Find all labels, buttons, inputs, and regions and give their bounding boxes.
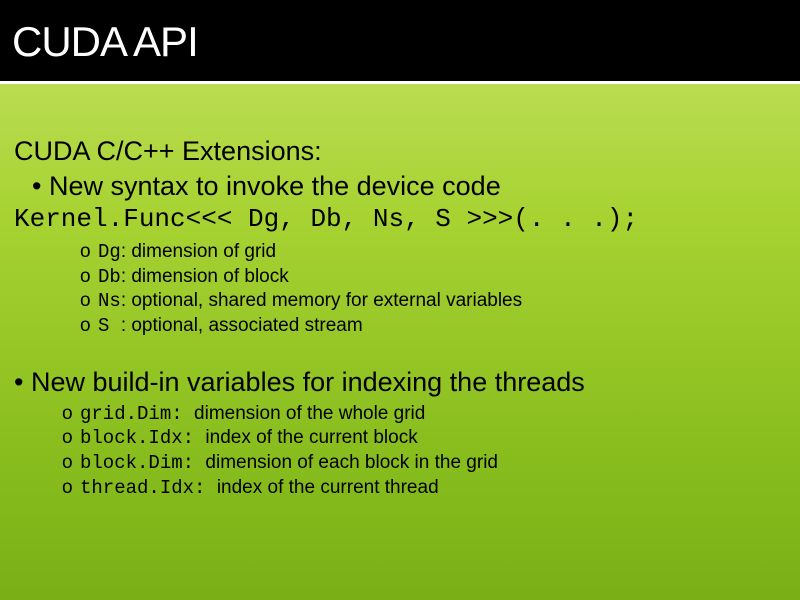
var-desc: index of the current block bbox=[205, 427, 417, 448]
var-item: block.Idx: index of the current block bbox=[62, 426, 780, 451]
var-symbol: block.Idx: bbox=[80, 427, 205, 449]
section2-bullet: New build-in variables for indexing the … bbox=[14, 367, 780, 398]
param-desc: : dimension of grid bbox=[121, 241, 276, 262]
section2: New build-in variables for indexing the … bbox=[14, 367, 780, 501]
section1-heading: CUDA C/C++ Extensions: bbox=[14, 136, 780, 167]
var-item: thread.Idx: index of the current thread bbox=[62, 476, 780, 501]
var-item: block.Dim: dimension of each block in th… bbox=[62, 451, 780, 476]
slide-title: CUDA API bbox=[12, 18, 788, 66]
param-desc: : optional, associated stream bbox=[121, 315, 363, 336]
param-symbol: Ns bbox=[98, 290, 121, 312]
param-item: S : optional, associated stream bbox=[80, 314, 780, 339]
var-symbol: block.Dim: bbox=[80, 452, 205, 474]
var-list: grid.Dim: dimension of the whole grid bl… bbox=[62, 402, 780, 501]
title-bar: CUDA API bbox=[0, 0, 800, 84]
var-desc: dimension of the whole grid bbox=[194, 403, 425, 424]
param-symbol: S bbox=[98, 315, 121, 337]
var-symbol: thread.Idx: bbox=[80, 477, 217, 499]
kernel-launch-syntax: Kernel.Func<<< Dg, Db, Ns, S >>>(. . .); bbox=[14, 204, 780, 234]
param-item: Db: dimension of block bbox=[80, 265, 780, 290]
param-symbol: Db bbox=[98, 266, 121, 288]
var-symbol: grid.Dim: bbox=[80, 403, 194, 425]
var-desc: dimension of each block in the grid bbox=[205, 452, 498, 473]
param-symbol: Dg bbox=[98, 241, 121, 263]
var-item: grid.Dim: dimension of the whole grid bbox=[62, 402, 780, 427]
param-item: Dg: dimension of grid bbox=[80, 240, 780, 265]
param-desc: : optional, shared memory for external v… bbox=[121, 290, 522, 311]
param-item: Ns: optional, shared memory for external… bbox=[80, 289, 780, 314]
slide-content: CUDA C/C++ Extensions: New syntax to inv… bbox=[0, 84, 800, 501]
param-list: Dg: dimension of grid Db: dimension of b… bbox=[80, 240, 780, 339]
section1-bullet: New syntax to invoke the device code bbox=[32, 171, 780, 202]
param-desc: : dimension of block bbox=[121, 266, 289, 287]
var-desc: index of the current thread bbox=[217, 477, 439, 498]
slide: CUDA API CUDA C/C++ Extensions: New synt… bbox=[0, 0, 800, 600]
